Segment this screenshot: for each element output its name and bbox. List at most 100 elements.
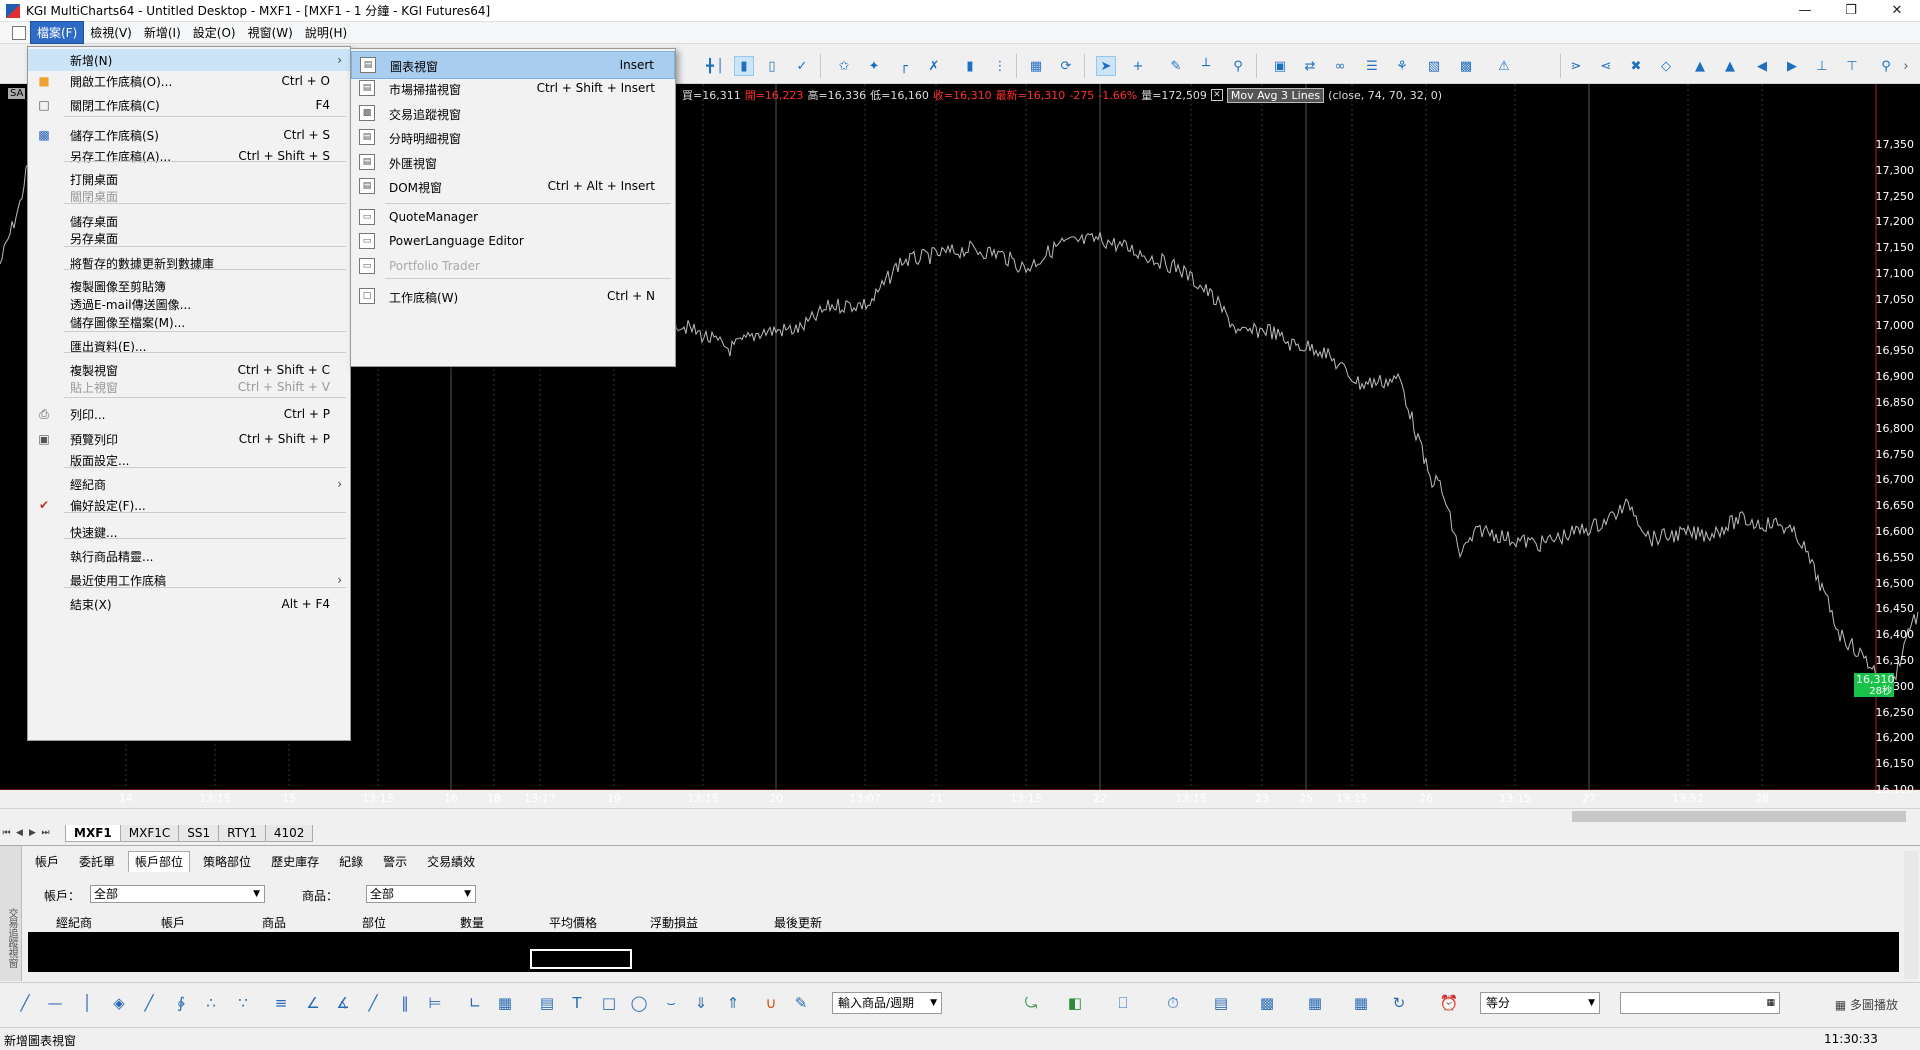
tab-logs[interactable]: 紀錄 bbox=[332, 851, 370, 872]
file-menu-item[interactable]: ⎙ 列印... Ctrl + P bbox=[28, 403, 350, 425]
dots-icon[interactable]: ⋮ bbox=[990, 56, 1010, 76]
eraser-icon[interactable]: ✎ bbox=[790, 993, 812, 1013]
autotrade-icon[interactable]: ⇄ bbox=[1300, 56, 1320, 76]
fib-ext-icon[interactable]: ∠ bbox=[302, 993, 324, 1013]
split-combo[interactable]: 等分 ▼ bbox=[1480, 992, 1600, 1014]
first-sheet-icon[interactable]: ⏮ bbox=[0, 828, 13, 838]
sheet-tab-mxf1[interactable]: MXF1 bbox=[65, 824, 121, 842]
ray-icon[interactable]: ╱ bbox=[138, 993, 160, 1013]
col-symbol[interactable]: 商品 bbox=[262, 914, 286, 931]
col-last-update[interactable]: 最後更新 bbox=[774, 914, 822, 931]
cycle-lines-icon[interactable]: ‖ bbox=[394, 993, 416, 1013]
price-scale-icon[interactable]: ⎕ bbox=[1112, 993, 1134, 1013]
bars-icon[interactable]: ▧ bbox=[1424, 56, 1444, 76]
tab-strategy-positions[interactable]: 策略部位 bbox=[196, 851, 258, 872]
glasses-icon[interactable]: ∞ bbox=[1330, 56, 1350, 76]
chart-type-area-icon[interactable]: ◧ bbox=[1064, 993, 1086, 1013]
database-icon[interactable]: ⚘ bbox=[1392, 56, 1412, 76]
baseline-icon[interactable]: ┴ bbox=[1196, 56, 1216, 76]
file-menu-item[interactable]: 儲存圖像至檔案(M)... bbox=[28, 311, 350, 333]
file-menu-item[interactable]: 執行商品精靈... bbox=[28, 545, 350, 567]
insert-study-icon[interactable]: ▦ bbox=[1026, 56, 1046, 76]
renko-icon[interactable]: ✦ bbox=[864, 56, 884, 76]
regression-icon[interactable]: ∟ bbox=[464, 993, 486, 1013]
arrow-up-red-icon[interactable]: ▲ bbox=[1720, 56, 1740, 76]
diamond-icon[interactable]: ◇ bbox=[1656, 56, 1676, 76]
arrow-right-red-icon[interactable]: ▶ bbox=[1782, 56, 1802, 76]
account-select[interactable]: 全部 ▼ bbox=[90, 885, 265, 903]
fib-time-icon[interactable]: ∡ bbox=[332, 993, 354, 1013]
x-chart-icon[interactable]: ✗ bbox=[924, 56, 944, 76]
sheet-tab-mxf1c[interactable]: MXF1C bbox=[119, 824, 180, 842]
arrow-left-green-icon[interactable]: ◀ bbox=[1752, 56, 1772, 76]
col-avg-price[interactable]: 平均價格 bbox=[549, 914, 597, 931]
menu-help[interactable]: 說明(H) bbox=[299, 22, 353, 43]
trendline-icon[interactable]: ╱ bbox=[14, 993, 36, 1013]
data-range-icon[interactable]: ▤ bbox=[1210, 993, 1232, 1013]
multi-play-button[interactable]: ▦ 多圖播放 bbox=[1835, 996, 1898, 1013]
file-menu-item[interactable]: ■ 開啟工作底稿(O)... Ctrl + O bbox=[28, 70, 350, 92]
menu-view[interactable]: 檢視(V) bbox=[84, 22, 138, 43]
file-menu-item[interactable]: 快速鍵... bbox=[28, 521, 350, 543]
sheet-tab-4102[interactable]: 4102 bbox=[264, 824, 314, 842]
time-cycle-icon[interactable]: ⊨ bbox=[424, 993, 446, 1013]
last-sheet-icon[interactable]: ⏭ bbox=[39, 828, 52, 838]
compress-icon[interactable]: ⋗ bbox=[1566, 56, 1586, 76]
selected-cell[interactable] bbox=[530, 949, 632, 969]
overflow-icon[interactable]: › bbox=[1896, 56, 1916, 76]
session-icon[interactable]: ⏱ bbox=[1162, 993, 1184, 1013]
signal-icon[interactable]: ⟳ bbox=[1056, 56, 1076, 76]
columns-icon[interactable]: ☰ bbox=[1362, 56, 1382, 76]
file-menu-item[interactable]: 將暫存的數據更新到數據庫 bbox=[28, 252, 350, 274]
kagi-icon[interactable]: ┌ bbox=[894, 56, 914, 76]
layout-icon[interactable]: ▦ bbox=[1350, 993, 1372, 1013]
new-submenu-item[interactable]: □ 工作底稿(W) Ctrl + N bbox=[351, 283, 675, 311]
arrow-up-green-icon[interactable]: ▲ bbox=[1690, 56, 1710, 76]
horizontal-line-icon[interactable]: — bbox=[44, 993, 66, 1013]
hscroll-thumb[interactable] bbox=[1572, 811, 1906, 822]
candlestick-icon[interactable]: ▮ bbox=[734, 56, 754, 76]
prev-sheet-icon[interactable]: ◀ bbox=[13, 828, 26, 838]
scale-icon[interactable]: ⊥ bbox=[1812, 56, 1832, 76]
fan-icon[interactable]: ∲ bbox=[170, 993, 192, 1013]
minimize-button[interactable]: — bbox=[1782, 0, 1828, 22]
volume-icon[interactable]: ▮ bbox=[960, 56, 980, 76]
cross-icon[interactable]: ✖ bbox=[1626, 56, 1646, 76]
magnet-icon[interactable]: ∪ bbox=[760, 993, 782, 1013]
col-broker[interactable]: 經紀商 bbox=[56, 914, 92, 931]
zoom-icon[interactable]: ⚲ bbox=[1228, 56, 1248, 76]
fib-retrace-icon[interactable]: ≡ bbox=[270, 993, 292, 1013]
new-submenu-item[interactable]: ▤ 市場掃描視窗 Ctrl + Shift + Insert bbox=[351, 75, 675, 103]
col-quantity[interactable]: 數量 bbox=[460, 914, 484, 931]
rectangle-tool-icon[interactable]: □ bbox=[598, 993, 620, 1013]
document-icon[interactable] bbox=[12, 25, 26, 40]
next-sheet-icon[interactable]: ▶ bbox=[26, 828, 39, 838]
tab-alerts[interactable]: 警示 bbox=[376, 851, 414, 872]
arc-tool-icon[interactable]: ⌣ bbox=[660, 993, 682, 1013]
point-figure-icon[interactable]: ✩ bbox=[834, 56, 854, 76]
restore-button[interactable]: ❐ bbox=[1828, 0, 1874, 22]
date-combo[interactable]: ▦ bbox=[1620, 992, 1780, 1014]
new-submenu-item[interactable]: ▭ PowerLanguage Editor bbox=[351, 228, 675, 256]
menu-insert[interactable]: 新增(I) bbox=[138, 22, 187, 43]
grid-settings-icon[interactable]: ▩ bbox=[1456, 56, 1476, 76]
alert-icon[interactable]: ⏰ bbox=[1438, 993, 1460, 1013]
sync-icon[interactable]: ↻ bbox=[1388, 993, 1410, 1013]
format-window-icon[interactable]: ▣ bbox=[1270, 56, 1290, 76]
tab-accounts[interactable]: 帳戶 bbox=[28, 851, 66, 872]
panel-sidebar[interactable]: 交易追蹤視窗 bbox=[0, 846, 22, 981]
fib-fan-icon[interactable]: ╱ bbox=[362, 993, 384, 1013]
new-submenu-item[interactable]: ▤ DOM視窗 Ctrl + Alt + Insert bbox=[351, 173, 675, 201]
ohlc-icon[interactable]: │ bbox=[710, 56, 730, 76]
new-submenu-item[interactable]: ▤ 分時明細視窗 bbox=[351, 124, 675, 152]
file-menu-item[interactable]: 另存工作底稿(A)... Ctrl + Shift + S bbox=[28, 145, 350, 167]
indicator-name[interactable]: Mov Avg 3 Lines bbox=[1226, 87, 1325, 103]
vertical-line-icon[interactable]: │ bbox=[76, 993, 98, 1013]
line-chart-icon[interactable]: ✓ bbox=[792, 56, 812, 76]
magnify-icon[interactable]: ⚲ bbox=[1876, 56, 1896, 76]
menu-file[interactable]: 檔案(F) bbox=[30, 21, 85, 44]
panel-vscrollbar[interactable] bbox=[1904, 851, 1918, 979]
pointer-icon[interactable]: ➤ bbox=[1096, 56, 1116, 76]
calendar-icon[interactable]: ▦ bbox=[1766, 993, 1775, 1013]
crosshair-icon[interactable]: + bbox=[1128, 56, 1148, 76]
